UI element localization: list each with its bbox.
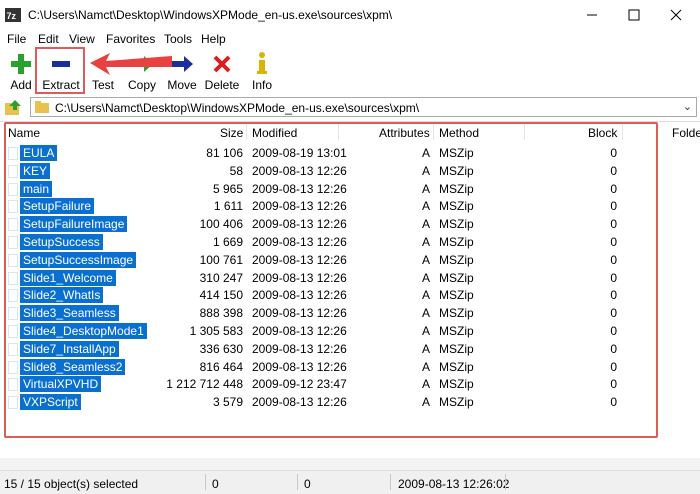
status-selection: 15 / 15 object(s) selected: [4, 477, 139, 491]
status-field-1: 0: [212, 477, 219, 491]
info-icon: [257, 52, 267, 74]
menu-view[interactable]: View: [69, 32, 95, 46]
status-bar: 15 / 15 object(s) selected 0 0 2009-08-1…: [0, 470, 700, 494]
minimize-icon: [587, 14, 597, 16]
menu-bar: File Edit View Favorites Tools Help: [0, 30, 700, 48]
add-icon: [11, 54, 31, 74]
up-folder-icon[interactable]: [4, 99, 22, 117]
status-divider: [505, 474, 506, 490]
delete-icon: [213, 55, 231, 73]
add-button[interactable]: Add: [6, 51, 36, 93]
move-label: Move: [167, 78, 197, 92]
horizontal-scrollbar[interactable]: [0, 458, 700, 470]
window-title: C:\Users\Namct\Desktop\WindowsXPMode_en-…: [28, 8, 393, 22]
menu-edit[interactable]: Edit: [38, 32, 59, 46]
info-label: Info: [251, 78, 272, 92]
delete-label: Delete: [204, 78, 240, 92]
info-button[interactable]: Info: [248, 51, 276, 93]
status-date: 2009-08-13 12:26:02: [398, 477, 510, 491]
minimize-button[interactable]: [572, 0, 612, 30]
menu-file[interactable]: File: [7, 32, 26, 46]
column-header-folders[interactable]: Folde: [672, 126, 700, 140]
delete-button[interactable]: Delete: [204, 51, 240, 93]
app-icon: 7z: [5, 8, 21, 22]
svg-text:7z: 7z: [7, 11, 17, 21]
title-bar: 7z C:\Users\Namct\Desktop\WindowsXPMode_…: [0, 0, 700, 30]
close-icon: [670, 9, 682, 21]
add-label: Add: [10, 78, 32, 92]
menu-favorites[interactable]: Favorites: [106, 32, 155, 46]
test-label: Test: [91, 78, 114, 92]
status-divider: [297, 474, 298, 490]
extract-highlight-box: [35, 47, 85, 94]
status-divider: [205, 474, 206, 490]
address-input[interactable]: C:\Users\Namct\Desktop\WindowsXPMode_en-…: [30, 97, 697, 117]
address-bar: C:\Users\Namct\Desktop\WindowsXPMode_en-…: [0, 96, 700, 120]
close-button[interactable]: [656, 0, 696, 30]
chevron-down-icon[interactable]: ⌄: [683, 100, 692, 113]
status-divider: [390, 474, 391, 490]
folder-icon: [35, 101, 49, 113]
maximize-button[interactable]: [614, 0, 654, 30]
menu-tools[interactable]: Tools: [164, 32, 192, 46]
maximize-icon: [628, 9, 640, 21]
annotation-arrow: [90, 53, 172, 75]
status-field-2: 0: [304, 477, 311, 491]
menu-help[interactable]: Help: [201, 32, 226, 46]
file-list-highlight-box: [4, 122, 658, 438]
copy-label: Copy: [127, 78, 156, 92]
address-path: C:\Users\Namct\Desktop\WindowsXPMode_en-…: [55, 101, 420, 115]
